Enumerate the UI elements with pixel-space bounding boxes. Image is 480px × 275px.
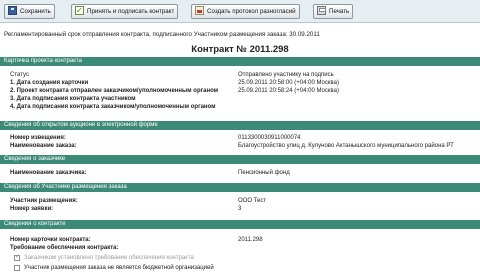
security-requirement-label: Требование обеспечения контракта: — [10, 245, 119, 251]
card-item-value: 25.09.2011 20:58:24 (+04:00 Москва) — [238, 88, 339, 94]
non-budget-org-label: Участник размещения заказа не является б… — [24, 265, 214, 271]
print-button[interactable]: Печать — [313, 4, 354, 19]
accept-sign-button[interactable]: Принять и подписать контракт — [71, 4, 179, 19]
save-button[interactable]: Сохранить — [4, 4, 55, 19]
section-header-customer: Сведения о заказчике — [0, 155, 480, 164]
card-item-label: 2. Проект контракта отправлен заказчиком… — [10, 88, 219, 94]
order-name-label: Наименование заказа: — [10, 143, 77, 149]
card-item-label: 1. Дата создания карточки — [10, 80, 89, 86]
page-title: Контракт № 2011.298 — [191, 44, 289, 55]
notice-number-label: Номер извещения: — [10, 135, 66, 141]
section-header-auction: Сведения об открытом аукционе в электрон… — [0, 121, 480, 130]
print-button-label: Печать — [329, 8, 350, 15]
card-item-label: 3. Дата подписания контракта участником — [10, 96, 136, 102]
save-icon — [8, 6, 17, 15]
check-icon — [75, 4, 84, 17]
status-label: Статус — [10, 72, 29, 78]
non-budget-org-checkbox[interactable] — [14, 265, 20, 271]
card-item-value: 25.09.2011 20:58:00 (+04:00 Москва) — [238, 80, 339, 86]
toolbar: Сохранить Принять и подписать контракт С… — [0, 0, 480, 23]
contract-card-number-label: Номер карточки контракта: — [10, 237, 91, 243]
section-header-card: Карточка проекта контракта — [0, 57, 480, 66]
deadline-text: Регламентированный срок отправления конт… — [4, 31, 320, 38]
order-name-value: Благоустройство улиц д. Кулуново Актаныш… — [238, 143, 454, 149]
section-header-contract: Сведения о контракте — [0, 220, 480, 229]
printer-icon — [317, 6, 326, 15]
notice-number-value: 0113300030911000074 — [238, 135, 301, 141]
contract-card-number-value: 2011.298 — [238, 237, 263, 243]
customer-name-value: Пенсионный фонд — [238, 170, 290, 176]
bid-number-value: 3 — [238, 206, 242, 212]
document-icon — [195, 6, 204, 15]
participant-label: Участник размещения: — [10, 198, 78, 204]
security-required-checkbox[interactable] — [14, 253, 20, 261]
customer-name-label: Наименование заказчика: — [10, 170, 87, 176]
create-protocol-button[interactable]: Создать протокол разногласий — [191, 4, 300, 19]
participant-value: ООО Тест — [238, 198, 267, 204]
accept-sign-button-label: Принять и подписать контракт — [87, 8, 175, 15]
create-protocol-button-label: Создать протокол разногласий — [207, 8, 296, 15]
bid-number-label: Номер заявки: — [10, 206, 54, 212]
save-button-label: Сохранить — [20, 8, 51, 15]
section-header-participant: Сведения об Участнике размещения заказа — [0, 183, 480, 192]
security-required-label: Заказчиком установлено требование обеспе… — [24, 255, 194, 261]
status-value: Отправлено участнику на подпись — [238, 72, 334, 78]
card-item-label: 4. Дата подписания контракта заказчиком/… — [10, 104, 216, 110]
